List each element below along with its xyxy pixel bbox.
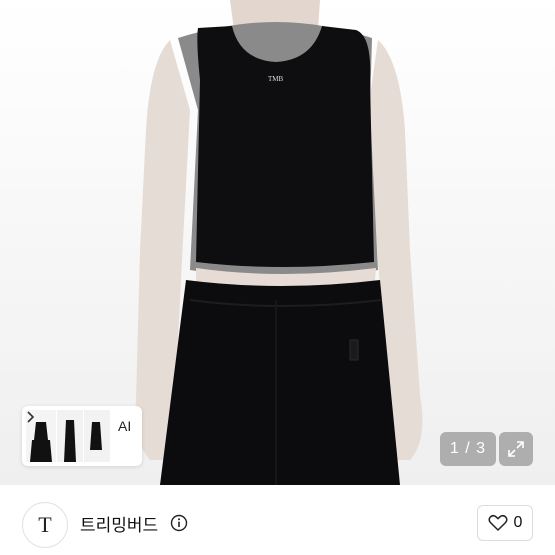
expand-icon <box>508 441 524 457</box>
like-count: 0 <box>513 514 523 531</box>
ai-label: AI <box>118 418 132 434</box>
like-button[interactable]: 0 <box>477 505 533 541</box>
shop-name[interactable]: 트리밍버드 <box>80 511 158 536</box>
chevron-right-icon <box>27 411 35 423</box>
info-icon[interactable] <box>170 514 188 532</box>
expand-button[interactable] <box>499 432 533 466</box>
thumbnail-strip[interactable]: AI <box>22 406 142 466</box>
heart-outline-icon <box>488 514 508 532</box>
product-image-gallery[interactable]: TMB AI 1 / 3 <box>0 0 555 485</box>
shop-logo-text: T <box>38 512 52 537</box>
garment-logo: TMB <box>268 75 284 83</box>
page-counter: 1 / 3 <box>440 432 496 466</box>
shop-avatar[interactable]: T <box>22 502 68 548</box>
thumbnail-images <box>26 410 110 462</box>
